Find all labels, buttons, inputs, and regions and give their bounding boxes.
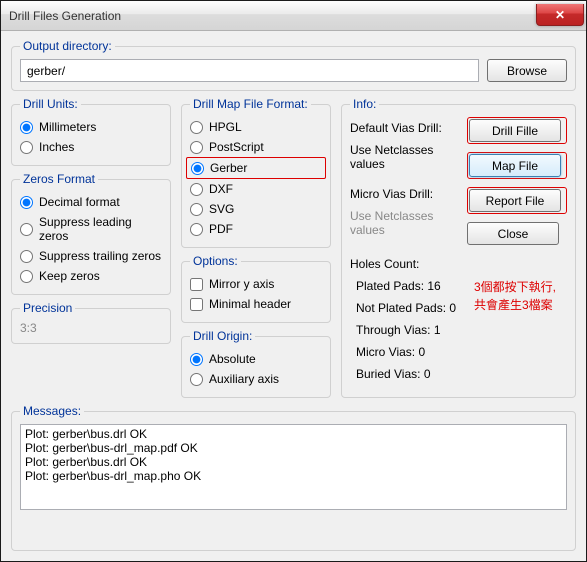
option-minimal-header[interactable]: Minimal header [190,294,322,314]
annotation-text: 3個都按下執行, 共會產生3檔案 [474,278,574,314]
precision-label: Precision [20,301,75,315]
messages-group: Messages: Plot: gerber\bus.drl OK Plot: … [11,404,576,551]
option-mirror-y[interactable]: Mirror y axis [190,274,322,294]
drill-origin-group: Drill Origin: Absolute Auxiliary axis [181,329,331,398]
close-icon: ✕ [555,8,565,22]
holes-buried: Buried Vias: 0 [350,363,459,385]
output-directory-input[interactable] [20,59,479,82]
zeros-suppress-trailing[interactable]: Suppress trailing zeros [20,246,162,266]
zeros-suppress-leading[interactable]: Suppress leading zeros [20,212,162,246]
map-gerber[interactable]: Gerber [186,157,326,179]
zeros-keep[interactable]: Keep zeros [20,266,162,286]
map-format-label: Drill Map File Format: [190,97,311,111]
units-inches[interactable]: Inches [20,137,162,157]
report-file-button[interactable]: Report File [469,189,561,212]
messages-output[interactable]: Plot: gerber\bus.drl OK Plot: gerber\bus… [20,424,567,510]
zeros-decimal[interactable]: Decimal format [20,192,162,212]
info-group: Info: Default Vias Drill: Use Netclasses… [341,97,576,398]
window-close-button[interactable]: ✕ [536,4,584,26]
map-postscript[interactable]: PostScript [190,137,322,157]
messages-label: Messages: [20,404,84,418]
drill-units-group: Drill Units: Millimeters Inches [11,97,171,166]
units-mm[interactable]: Millimeters [20,117,162,137]
precision-value: 3:3 [20,321,162,335]
close-button[interactable]: Close [467,222,559,245]
output-group: Output directory: Browse [11,39,576,91]
origin-absolute[interactable]: Absolute [190,349,322,369]
origin-auxiliary[interactable]: Auxiliary axis [190,369,322,389]
map-svg[interactable]: SVG [190,199,322,219]
dialog-window: Drill Files Generation ✕ Output director… [0,0,587,562]
map-dxf[interactable]: DXF [190,179,322,199]
drill-units-label: Drill Units: [20,97,81,111]
map-hpgl[interactable]: HPGL [190,117,322,137]
holes-through: Through Vias: 1 [350,319,459,341]
browse-button[interactable]: Browse [487,59,567,82]
zeros-format-group: Zeros Format Decimal format Suppress lea… [11,172,171,295]
window-title: Drill Files Generation [9,9,121,23]
options-label: Options: [190,254,241,268]
drill-origin-label: Drill Origin: [190,329,255,343]
micro-vias-label: Micro Vias Drill: [350,183,459,205]
zeros-label: Zeros Format [20,172,98,186]
titlebar: Drill Files Generation ✕ [1,1,586,31]
default-vias-label: Default Vias Drill: [350,117,459,139]
options-group: Options: Mirror y axis Minimal header [181,254,331,323]
drill-file-button[interactable]: Drill Fille [469,119,561,142]
holes-notplated: Not Plated Pads: 0 [350,297,459,319]
map-format-group: Drill Map File Format: HPGL PostScript G… [181,97,331,248]
map-file-button[interactable]: Map File [469,154,561,177]
precision-group: Precision 3:3 [11,301,171,344]
holes-plated: Plated Pads: 16 [350,275,459,297]
holes-micro: Micro Vias: 0 [350,341,459,363]
holes-count-label: Holes Count: [350,253,459,275]
map-pdf[interactable]: PDF [190,219,322,239]
use-netclasses-2: Use Netclasses values [350,205,459,241]
use-netclasses-1: Use Netclasses values [350,139,459,175]
output-label: Output directory: [20,39,115,53]
info-label: Info: [350,97,379,111]
